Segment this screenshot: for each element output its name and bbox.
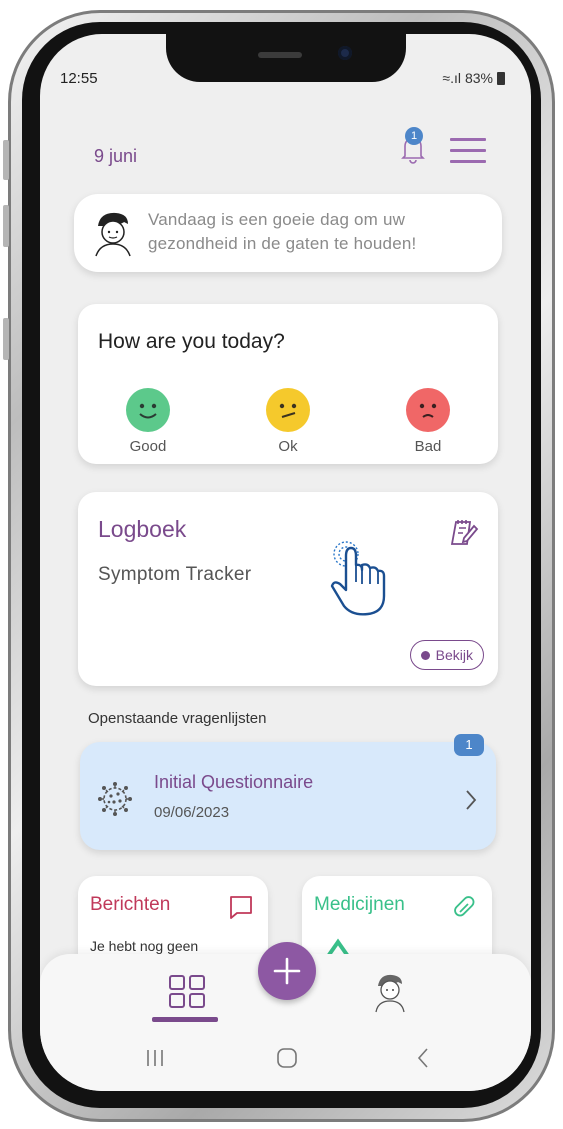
mood-card: How are you today? Good Ok Bad (78, 304, 498, 464)
mood-title: How are you today? (98, 330, 285, 353)
mood-option-ok[interactable]: Ok (248, 388, 328, 455)
notes-edit-icon[interactable] (448, 516, 480, 548)
battery-percent: 83% (464, 70, 493, 86)
mood-label-bad: Bad (414, 438, 442, 455)
plus-icon (273, 957, 301, 985)
recent-apps-button[interactable] (143, 1046, 167, 1070)
logboek-card[interactable]: Logboek Symptom Tracker Bekijk (78, 492, 498, 686)
mood-option-good[interactable]: Good (108, 388, 188, 455)
logboek-subtitle: Symptom Tracker (98, 564, 252, 585)
happy-face-icon (126, 388, 170, 432)
medicijnen-title: Medicijnen (314, 894, 405, 915)
phone-side-button (3, 318, 9, 360)
berichten-title: Berichten (90, 894, 171, 915)
questionnaire-badge: 1 (454, 734, 484, 756)
mood-label-ok: Ok (278, 438, 298, 455)
bottom-navigation (40, 942, 531, 1091)
phone-side-button (3, 140, 9, 180)
status-time: 12:55 (60, 70, 98, 87)
back-button[interactable] (412, 1046, 436, 1070)
add-button[interactable] (258, 942, 316, 1000)
neutral-face-icon (266, 388, 310, 432)
questionnaire-section-label: Openstaande vragenlijsten (88, 710, 267, 727)
questionnaire-title: Initial Questionnaire (154, 772, 314, 792)
front-camera (338, 46, 352, 60)
logboek-title: Logboek (98, 516, 187, 542)
pill-icon (454, 896, 475, 917)
bekijk-button[interactable]: Bekijk (409, 640, 484, 670)
status-icons: ≈.ıl 83% (442, 70, 505, 86)
wifi-icon: ≈.ıl (442, 70, 461, 86)
app-screen: 12:55 ≈.ıl 83% 9 juni 1 Vandaag is een g… (40, 34, 531, 1091)
virus-icon (98, 782, 132, 816)
sad-face-icon (406, 388, 450, 432)
greeting-card: Vandaag is een goeie dag om uw gezondhei… (74, 194, 502, 272)
chat-icon (230, 896, 252, 919)
home-button[interactable] (275, 1046, 299, 1070)
chevron-right-icon[interactable] (464, 788, 478, 812)
bekijk-label: Bekijk (435, 647, 473, 663)
menu-icon[interactable] (450, 138, 486, 164)
hand-tap-icon (330, 541, 386, 616)
profile-icon[interactable] (368, 970, 412, 1014)
grid-icon[interactable] (168, 974, 206, 1010)
questionnaire-card[interactable]: Initial Questionnaire 09/06/2023 1 (80, 734, 496, 850)
speaker (258, 52, 302, 58)
berichten-text: Je hebt nog geen (90, 938, 199, 954)
notification-badge: 1 (405, 127, 423, 145)
nav-active-indicator (152, 1017, 218, 1022)
bekijk-dot (420, 650, 430, 660)
camera-notch (166, 34, 406, 82)
mood-label-good: Good (129, 438, 167, 455)
avatar-icon (95, 212, 131, 257)
page-date: 9 juni (94, 146, 138, 166)
greeting-text: Vandaag is een goeie dag om uw gezondhei… (148, 210, 417, 253)
battery-icon (497, 71, 505, 85)
phone-side-button (3, 205, 9, 247)
mood-option-bad[interactable]: Bad (388, 388, 468, 455)
questionnaire-date: 09/06/2023 (154, 804, 230, 821)
